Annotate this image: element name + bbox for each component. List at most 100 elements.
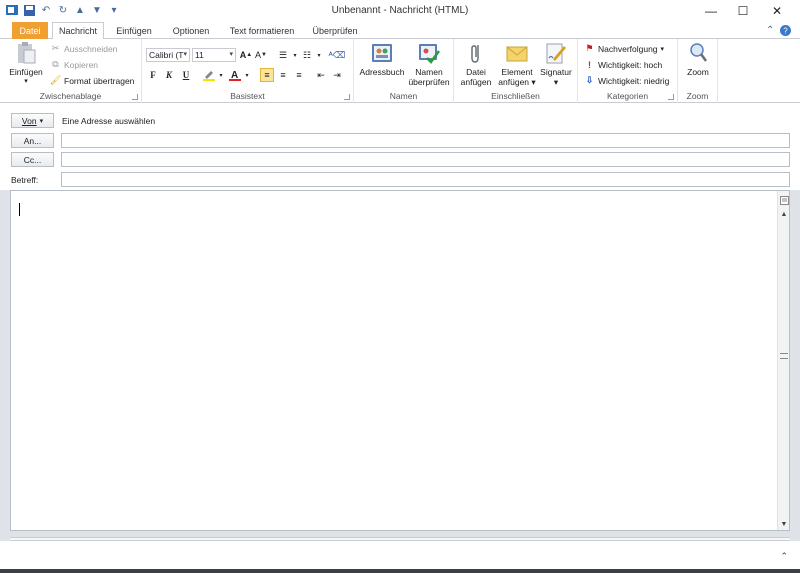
paste-button[interactable]: Einfügen ▾ bbox=[8, 41, 44, 87]
font-color-dropdown-icon[interactable]: ▾ bbox=[240, 68, 254, 82]
tab-message[interactable]: Nachricht bbox=[52, 22, 104, 40]
group-label-clipboard: Zwischenablage bbox=[39, 91, 102, 101]
followup-button[interactable]: ⚑ Nachverfolgung ▾ bbox=[584, 43, 664, 54]
close-button[interactable]: ✕ bbox=[762, 0, 792, 22]
group-include: Datei anfügen Element anfügen ▾ Signatur… bbox=[454, 39, 578, 103]
address-book-button[interactable]: Adressbuch bbox=[358, 41, 406, 77]
increase-indent-icon[interactable]: ⇥ bbox=[330, 68, 344, 82]
attach-item-label-2: anfügen bbox=[498, 77, 530, 87]
signature-button[interactable]: Signatur ▾ bbox=[538, 41, 574, 87]
group-label-include: Einschließen bbox=[491, 91, 540, 101]
collapse-ribbon-icon[interactable]: ⌃ bbox=[766, 25, 774, 36]
font-size-combo[interactable]: 11 ▾ bbox=[192, 48, 236, 62]
flag-icon: ⚑ bbox=[585, 43, 594, 53]
check-names-label-2: überprüfen bbox=[408, 77, 450, 87]
underline-button[interactable]: U bbox=[179, 68, 193, 82]
to-field[interactable] bbox=[61, 133, 790, 148]
vertical-scrollbar[interactable]: ▲ ▼ bbox=[777, 191, 789, 530]
text-caret bbox=[19, 203, 20, 216]
ribbon-tabs: Datei Nachricht Einfügen Optionen Text f… bbox=[0, 22, 800, 40]
from-button-label: Von bbox=[21, 115, 37, 126]
paste-icon bbox=[15, 41, 37, 65]
help-icon[interactable]: ? bbox=[780, 25, 791, 39]
check-names-button[interactable]: Namen überprüfen bbox=[406, 41, 452, 87]
tab-format-text[interactable]: Text formatieren bbox=[224, 22, 300, 39]
font-name-dropdown-icon[interactable]: ▾ bbox=[183, 50, 187, 58]
grow-font-icon[interactable]: A ▲ bbox=[239, 48, 253, 62]
group-clipboard: Einfügen ▾ ✂ Ausschneiden ⧉ Kopieren 🖌 F… bbox=[0, 39, 142, 103]
tab-file[interactable]: Datei bbox=[12, 22, 48, 39]
signature-dropdown-icon[interactable]: ▾ bbox=[554, 77, 558, 87]
format-painter-icon: 🖌 bbox=[49, 75, 62, 85]
cc-button[interactable]: Cc... bbox=[11, 152, 54, 167]
title-bar: ↶ ↻ ▲ ▼ ▾ Unbenannt - Nachricht (HTML) —… bbox=[0, 0, 800, 22]
align-left-icon[interactable]: ≡ bbox=[260, 68, 274, 82]
attach-item-dropdown-icon[interactable]: ▾ bbox=[531, 77, 535, 87]
to-button[interactable]: An... bbox=[11, 133, 54, 148]
scroll-grip-icon[interactable] bbox=[780, 353, 788, 359]
maximize-button[interactable]: ☐ bbox=[728, 0, 758, 22]
envelope-icon bbox=[506, 41, 528, 65]
copy-label: Kopieren bbox=[64, 59, 99, 70]
group-label-tags: Kategorien bbox=[606, 91, 649, 101]
font-size-dropdown-icon[interactable]: ▾ bbox=[229, 50, 233, 58]
tab-options[interactable]: Optionen bbox=[166, 22, 216, 39]
paste-label: Einfügen bbox=[9, 67, 43, 77]
from-button[interactable]: Von ▾ bbox=[11, 113, 54, 128]
basic-text-launcher-icon[interactable] bbox=[344, 94, 350, 100]
decrease-indent-icon[interactable]: ⇤ bbox=[314, 68, 328, 82]
followup-dropdown-icon[interactable]: ▾ bbox=[661, 45, 665, 53]
tags-launcher-icon[interactable] bbox=[668, 94, 674, 100]
attach-item-label-1: Element bbox=[501, 67, 533, 77]
subject-field[interactable] bbox=[61, 172, 790, 187]
italic-button[interactable]: K bbox=[162, 68, 176, 82]
attach-file-button[interactable]: Datei anfügen bbox=[458, 41, 494, 87]
format-painter-button[interactable]: 🖌 Format übertragen bbox=[49, 75, 135, 86]
message-body[interactable]: ▲ ▼ bbox=[10, 190, 790, 531]
attach-file-label-2: anfügen bbox=[460, 77, 492, 87]
from-dropdown-icon: ▾ bbox=[39, 117, 44, 125]
zoom-button[interactable]: Zoom bbox=[680, 41, 716, 77]
align-center-icon[interactable]: ≡ bbox=[276, 68, 290, 82]
group-tags: ⚑ Nachverfolgung ▾ ! Wichtigkeit: hoch ⇩… bbox=[578, 39, 678, 103]
format-painter-label: Format übertragen bbox=[64, 75, 135, 86]
group-label-zoom: Zoom bbox=[686, 91, 709, 101]
cut-label: Ausschneiden bbox=[64, 43, 118, 54]
svg-text:?: ? bbox=[783, 27, 788, 36]
check-names-icon bbox=[418, 41, 441, 65]
address-book-icon bbox=[371, 41, 393, 65]
address-book-label: Adressbuch bbox=[359, 67, 405, 77]
attach-file-label-1: Datei bbox=[466, 67, 486, 77]
followup-label: Nachverfolgung bbox=[598, 43, 658, 54]
scroll-down-icon[interactable]: ▼ bbox=[779, 519, 789, 529]
message-header: Von ▾ Eine Adresse auswählen An... Cc...… bbox=[0, 103, 800, 190]
from-value[interactable]: Eine Adresse auswählen bbox=[62, 116, 155, 126]
minimize-button[interactable]: — bbox=[696, 0, 726, 22]
group-names: Adressbuch Namen überprüfen Namen bbox=[354, 39, 454, 103]
scroll-up-icon[interactable]: ▲ bbox=[779, 209, 789, 219]
bold-button[interactable]: F bbox=[146, 68, 160, 82]
cc-field[interactable] bbox=[61, 152, 790, 167]
tab-insert[interactable]: Einfügen bbox=[110, 22, 158, 39]
exclamation-icon: ! bbox=[588, 59, 591, 70]
tab-review[interactable]: Überprüfen bbox=[306, 22, 364, 39]
font-name-combo[interactable]: Calibri (T ▾ bbox=[146, 48, 190, 62]
body-options-icon[interactable] bbox=[779, 195, 789, 205]
clear-formatting-icon[interactable]: ᴬ⌫ bbox=[329, 48, 346, 62]
cut-button[interactable]: ✂ Ausschneiden bbox=[50, 43, 118, 54]
attach-item-button[interactable]: Element anfügen ▾ bbox=[496, 41, 538, 87]
magnifier-icon bbox=[687, 41, 709, 65]
expand-people-pane-icon[interactable]: ⌃ bbox=[780, 551, 788, 562]
importance-low-button[interactable]: ⇩ Wichtigkeit: niedrig bbox=[584, 75, 670, 86]
paperclip-icon bbox=[465, 41, 487, 65]
down-arrow-icon: ⇩ bbox=[585, 75, 594, 85]
zoom-label: Zoom bbox=[687, 67, 709, 77]
highlight-dropdown-icon[interactable]: ▾ bbox=[214, 68, 228, 82]
importance-high-button[interactable]: ! Wichtigkeit: hoch bbox=[584, 59, 662, 70]
copy-button[interactable]: ⧉ Kopieren bbox=[50, 59, 98, 70]
clipboard-launcher-icon[interactable] bbox=[132, 94, 138, 100]
numbering-dropdown-icon[interactable]: ▾ bbox=[312, 48, 326, 62]
align-right-icon[interactable]: ≡ bbox=[292, 68, 306, 82]
paste-dropdown-icon[interactable]: ▾ bbox=[24, 77, 28, 87]
shrink-font-icon[interactable]: A ▼ bbox=[254, 48, 268, 62]
